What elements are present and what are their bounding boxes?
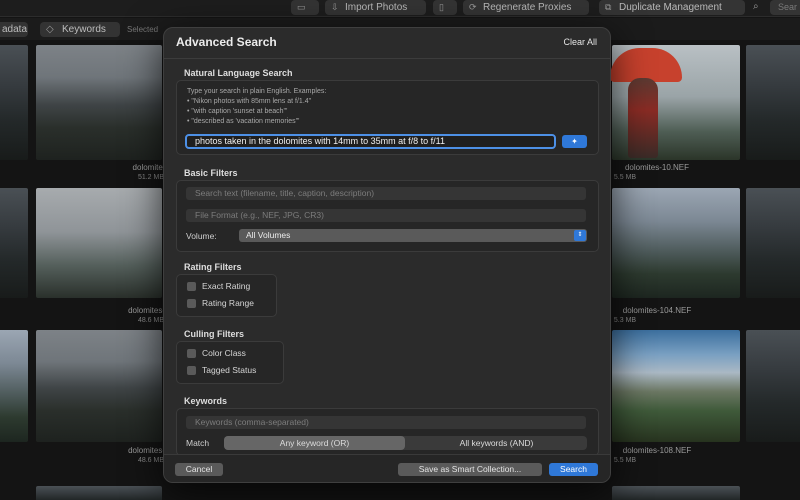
checkbox-box bbox=[187, 349, 196, 358]
checkbox-box bbox=[187, 282, 196, 291]
dialog-title: Advanced Search bbox=[176, 35, 277, 49]
nl-help-line: • "Nikon photos with 85mm lens at f/1.4" bbox=[187, 98, 312, 105]
match-any-option[interactable]: Any keyword (OR) bbox=[224, 436, 405, 450]
photo-thumbnail[interactable] bbox=[0, 188, 28, 298]
import-photos-label: Import Photos bbox=[345, 2, 408, 13]
clear-all-button[interactable]: Clear All bbox=[563, 37, 597, 47]
tagged-status-label: Tagged Status bbox=[202, 365, 257, 375]
toolbar-search-placeholder: Sear bbox=[778, 2, 798, 12]
culling-section-title: Culling Filters bbox=[184, 329, 245, 339]
checkbox-box bbox=[187, 366, 196, 375]
search-button[interactable]: Search bbox=[549, 463, 598, 476]
photo-thumbnail[interactable] bbox=[36, 188, 162, 298]
dialog-footer: Cancel Save as Smart Collection... Searc… bbox=[164, 454, 610, 482]
photo-filename: dolomites-104.NEF bbox=[622, 306, 692, 315]
photo-thumbnail[interactable] bbox=[36, 45, 162, 160]
photo-filename: dolomites-10.NEF bbox=[624, 163, 690, 172]
photo-thumbnail[interactable] bbox=[612, 486, 740, 500]
keywords-section-title: Keywords bbox=[184, 396, 228, 406]
keywords-tab[interactable]: ◇ Keywords bbox=[40, 22, 120, 37]
keywords-field[interactable]: Keywords (comma-separated) bbox=[186, 416, 586, 429]
photo-filename: dolomites-108.NEF bbox=[622, 446, 692, 455]
photo-thumbnail[interactable] bbox=[36, 330, 162, 442]
photo-thumbnail[interactable] bbox=[0, 45, 28, 160]
match-mode-segmented-control: Any keyword (OR) All keywords (AND) bbox=[224, 436, 587, 450]
search-icon[interactable]: ⌕ bbox=[753, 1, 759, 12]
keywords-placeholder: Keywords (comma-separated) bbox=[195, 417, 309, 427]
metadata-tab[interactable]: adata bbox=[0, 22, 28, 37]
photo-thumbnail[interactable] bbox=[0, 330, 28, 442]
title-divider bbox=[164, 58, 610, 59]
save-smart-collection-button[interactable]: Save as Smart Collection... bbox=[398, 463, 542, 476]
rating-range-checkbox[interactable]: Rating Range bbox=[187, 298, 254, 309]
text-search-field[interactable]: Search text (filename, title, caption, d… bbox=[186, 187, 586, 200]
chevron-updown-icon: ⇕ bbox=[574, 230, 586, 241]
clipboard-icon: ▯ bbox=[439, 2, 444, 12]
regenerate-proxies-button[interactable]: ⟳ Regenerate Proxies bbox=[463, 0, 589, 15]
nl-search-input[interactable]: photos taken in the dolomites with 14mm … bbox=[185, 134, 556, 149]
volume-value: All Volumes bbox=[246, 230, 291, 240]
metadata-tab-label: adata bbox=[2, 24, 28, 35]
ai-search-button[interactable]: ✦ bbox=[562, 135, 587, 148]
advanced-search-dialog: Advanced Search Clear All Natural Langua… bbox=[163, 27, 611, 483]
duplicate-management-button[interactable]: ⧉ Duplicate Management bbox=[599, 0, 745, 15]
photo-thumbnail[interactable] bbox=[612, 330, 740, 442]
import-photos-button[interactable]: ⇩ Import Photos bbox=[325, 0, 426, 15]
regenerate-proxies-label: Regenerate Proxies bbox=[483, 2, 572, 13]
nl-search-value: photos taken in the dolomites with 14mm … bbox=[195, 136, 445, 146]
duplicate-icon: ⧉ bbox=[605, 2, 612, 12]
file-format-field[interactable]: File Format (e.g., NEF, JPG, CR3) bbox=[186, 209, 586, 222]
photo-thumbnail[interactable] bbox=[612, 188, 740, 298]
photo-thumbnail[interactable] bbox=[746, 330, 800, 442]
nl-section-title: Natural Language Search bbox=[184, 68, 293, 78]
sidebar-icon: ▭ bbox=[297, 2, 306, 12]
keywords-tab-label: Keywords bbox=[62, 24, 106, 35]
refresh-icon: ⟳ bbox=[469, 2, 477, 12]
nl-help-line: • "described as 'vacation memories'" bbox=[187, 118, 300, 125]
checkbox-box bbox=[187, 299, 196, 308]
volume-select[interactable]: All Volumes ⇕ bbox=[239, 229, 587, 242]
sidebar-toggle-button[interactable]: ▭ bbox=[291, 0, 319, 15]
sparkle-icon: ✦ bbox=[571, 137, 578, 146]
basic-section-title: Basic Filters bbox=[184, 168, 238, 178]
tagged-status-checkbox[interactable]: Tagged Status bbox=[187, 365, 256, 376]
match-all-option[interactable]: All keywords (AND) bbox=[406, 436, 587, 450]
exact-rating-label: Exact Rating bbox=[202, 281, 251, 291]
exact-rating-checkbox[interactable]: Exact Rating bbox=[187, 281, 250, 292]
file-format-placeholder: File Format (e.g., NEF, JPG, CR3) bbox=[195, 210, 324, 220]
volume-label: Volume: bbox=[186, 231, 217, 241]
photo-thumbnail[interactable] bbox=[36, 486, 162, 500]
main-toolbar: ▭ ⇩ Import Photos ▯ ⟳ Regenerate Proxies ⧉… bbox=[0, 0, 800, 17]
nl-help-line: • "with caption 'sunset at beach'" bbox=[187, 108, 288, 115]
tag-icon: ◇ bbox=[46, 24, 54, 35]
rating-section-title: Rating Filters bbox=[184, 262, 242, 272]
selected-count-text: Selected bbox=[127, 25, 159, 34]
person-shape bbox=[628, 78, 658, 158]
photo-thumbnail[interactable] bbox=[746, 188, 800, 298]
match-label: Match bbox=[186, 438, 210, 448]
clipboard-button[interactable]: ▯ bbox=[433, 0, 457, 15]
color-class-label: Color Class bbox=[202, 348, 246, 358]
duplicate-management-label: Duplicate Management bbox=[619, 2, 722, 13]
nl-help-line: Type your search in plain English. Examp… bbox=[187, 88, 327, 95]
photo-thumbnail[interactable] bbox=[746, 45, 800, 160]
cancel-button[interactable]: Cancel bbox=[175, 463, 223, 476]
toolbar-search-field[interactable]: Sear bbox=[770, 0, 800, 15]
rating-range-label: Rating Range bbox=[202, 298, 254, 308]
import-icon: ⇩ bbox=[331, 2, 339, 12]
color-class-checkbox[interactable]: Color Class bbox=[187, 348, 246, 359]
text-search-placeholder: Search text (filename, title, caption, d… bbox=[195, 188, 375, 198]
